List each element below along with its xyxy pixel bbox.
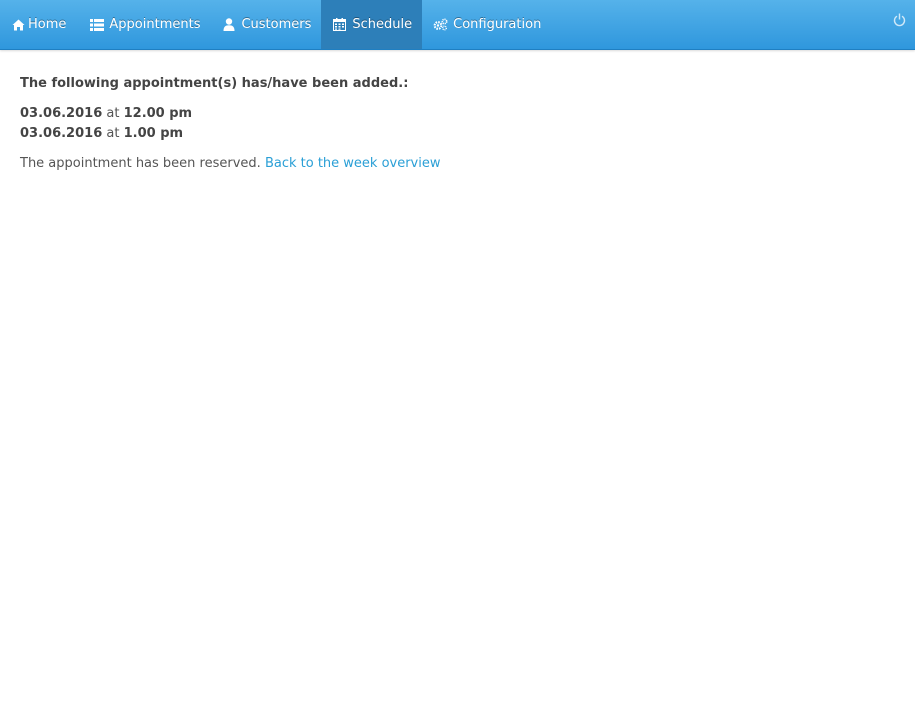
power-icon[interactable] — [893, 12, 906, 27]
nav-item-home[interactable]: Home — [1, 0, 78, 49]
nav-item-appointments[interactable]: Appointments — [78, 0, 210, 49]
main-content: The following appointment(s) has/have be… — [0, 50, 915, 174]
nav-item-label: Customers — [241, 17, 312, 32]
list-icon — [89, 18, 104, 32]
cogs-icon — [433, 18, 448, 32]
home-icon — [12, 18, 25, 32]
nav-item-label: Appointments — [109, 17, 201, 32]
nav-item-configuration[interactable]: Configuration — [422, 0, 551, 49]
reserved-text: The appointment has been reserved. — [20, 156, 261, 171]
nav-item-customers[interactable]: Customers — [210, 0, 321, 49]
appointment-entry: 03.06.2016 at 12.00 pm — [20, 104, 895, 124]
back-to-week-overview-link[interactable]: Back to the week overview — [265, 156, 441, 171]
user-icon — [221, 18, 236, 32]
nav-item-schedule[interactable]: Schedule — [321, 0, 423, 49]
reserved-message: The appointment has been reserved. Back … — [20, 154, 895, 174]
nav-item-label: Home — [28, 17, 67, 32]
appointment-entry: 03.06.2016 at 1.00 pm — [20, 124, 895, 144]
appointment-date: 03.06.2016 — [20, 106, 103, 121]
nav-menu: Home Appointments Customers Schedule Con… — [0, 0, 915, 49]
appointment-at: at — [106, 106, 120, 121]
appointment-date: 03.06.2016 — [20, 126, 103, 141]
top-navbar: Home Appointments Customers Schedule Con… — [0, 0, 915, 50]
nav-item-label: Configuration — [453, 17, 542, 32]
appointment-time: 12.00 pm — [123, 106, 193, 121]
confirmation-heading: The following appointment(s) has/have be… — [20, 76, 409, 91]
appointment-time: 1.00 pm — [123, 126, 184, 141]
appointment-at: at — [106, 126, 120, 141]
nav-item-label: Schedule — [352, 17, 413, 32]
calendar-icon — [332, 18, 347, 32]
